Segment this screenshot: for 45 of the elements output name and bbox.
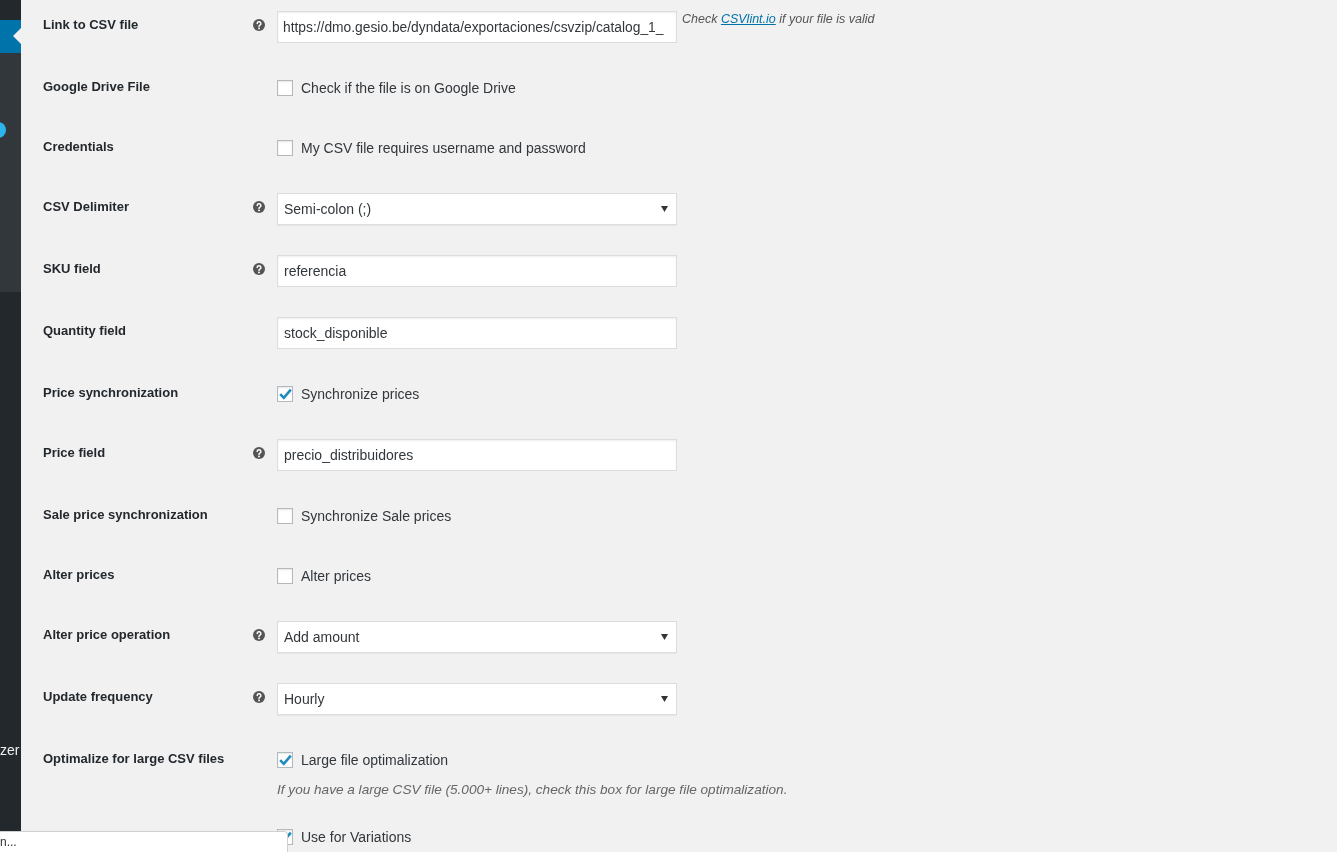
checkbox-label: Synchronize Sale prices [301, 507, 452, 526]
status-text: n... [0, 834, 17, 851]
dropdown[interactable]: Semi-colon (;) [277, 193, 677, 225]
text-field[interactable]: referencia [277, 255, 677, 287]
field-label: Price synchronization [43, 384, 179, 402]
field-label: Optimalize for large CSV files [43, 750, 225, 768]
field-label: Link to CSV file [43, 16, 139, 34]
dropdown[interactable]: Add amount [277, 621, 677, 653]
caret-icon [661, 206, 668, 212]
field-label: Quantity field [43, 322, 127, 340]
field-label: SKU field [43, 260, 101, 278]
text-field[interactable]: stock_disponible [277, 317, 677, 349]
checkbox[interactable] [277, 568, 293, 584]
checkbox-label: Use for Variations [301, 828, 412, 847]
field-label: CSV Delimiter [43, 198, 129, 216]
help-note: Check CSVlint.io if your file is valid [682, 11, 875, 27]
caret-icon [661, 634, 668, 640]
menu-item[interactable]: zer [0, 740, 20, 760]
checkbox-label: Synchronize prices [301, 385, 420, 404]
field-label: Alter prices [43, 566, 115, 584]
checkbox-label: Large file optimalization [301, 751, 449, 770]
caret-icon [661, 696, 668, 702]
checkbox-label: Check if the file is on Google Drive [301, 79, 516, 98]
field-label: Sale price synchronization [43, 506, 208, 524]
field-label: Credentials [43, 138, 114, 156]
csvlint-link[interactable]: CSVlint.io [720, 12, 776, 26]
checkmark-icon [278, 388, 292, 400]
pointer-icon [13, 28, 21, 44]
field-description: If you have a large CSV file (5.000+ lines), check this box for large file optimalization. [277, 781, 788, 799]
checkbox[interactable] [277, 386, 293, 402]
checkbox-label: Alter prices [301, 567, 372, 586]
dropdown[interactable]: Hourly [277, 683, 677, 715]
checkbox[interactable] [277, 80, 293, 96]
text-field[interactable]: precio_distribuidores [277, 439, 677, 471]
field-label: Google Drive File [43, 78, 150, 96]
text-field[interactable]: https://dmo.gesio.be/dyndata/exportaciones/csvzip/catalog_1_ [277, 11, 677, 43]
checkmark-icon [278, 754, 292, 766]
checkbox[interactable] [277, 508, 293, 524]
field-label: Update frequency [43, 688, 153, 706]
field-label: Alter price operation [43, 626, 171, 644]
active-menu-item[interactable] [0, 20, 21, 53]
checkbox-label: My CSV file requires username and password [301, 139, 586, 158]
field-label: Price field [43, 444, 106, 462]
checkbox[interactable] [277, 140, 293, 156]
checkbox[interactable] [277, 752, 293, 768]
